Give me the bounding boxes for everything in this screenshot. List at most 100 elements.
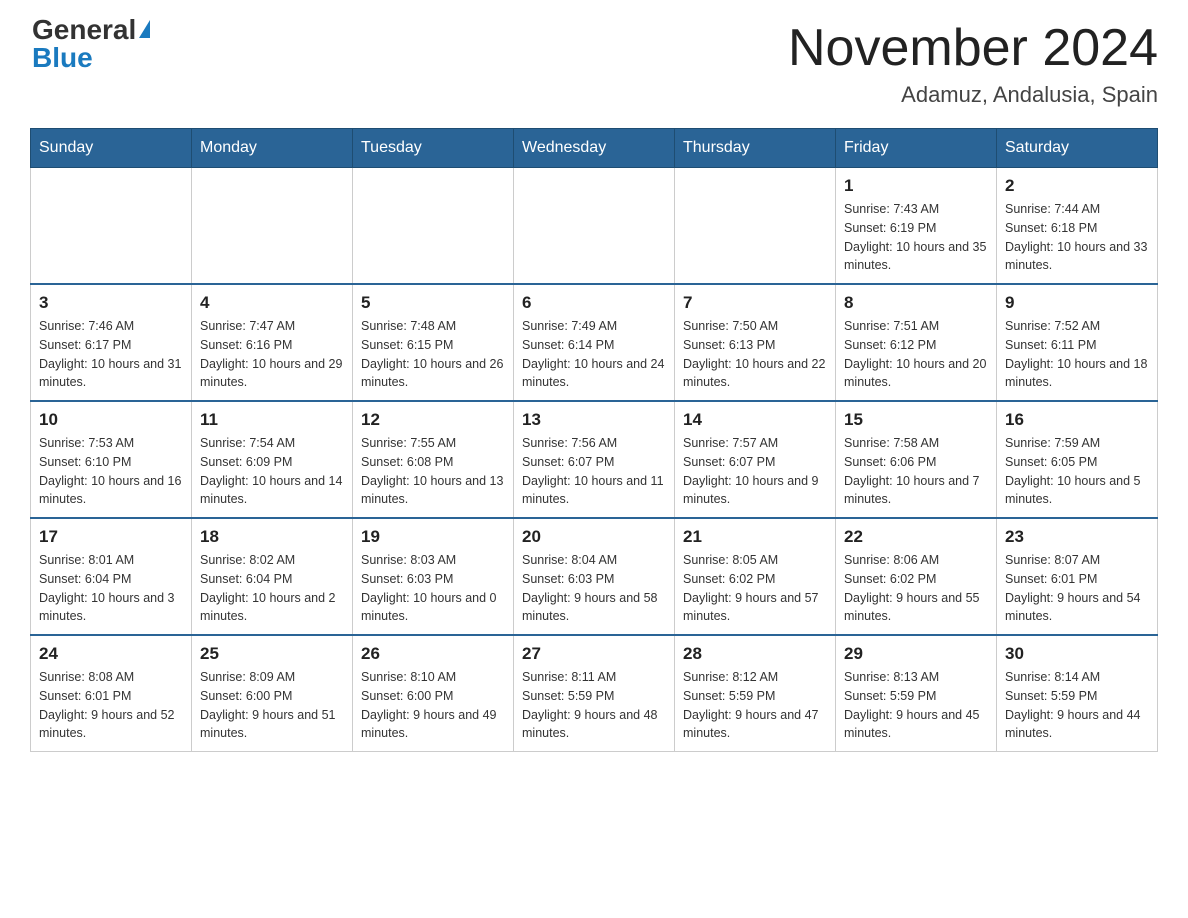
day-info: Sunrise: 8:07 AM Sunset: 6:01 PM Dayligh… bbox=[1005, 551, 1149, 626]
day-info: Sunrise: 7:58 AM Sunset: 6:06 PM Dayligh… bbox=[844, 434, 988, 509]
weekday-header-friday: Friday bbox=[836, 129, 997, 168]
header: General General Blue November 2024 Adamu… bbox=[30, 20, 1158, 108]
location-title: Adamuz, Andalusia, Spain bbox=[788, 82, 1158, 108]
day-info: Sunrise: 8:08 AM Sunset: 6:01 PM Dayligh… bbox=[39, 668, 183, 743]
calendar-cell: 16 Sunrise: 7:59 AM Sunset: 6:05 PM Dayli… bbox=[997, 401, 1158, 518]
weekday-header-thursday: Thursday bbox=[675, 129, 836, 168]
day-number: 10 bbox=[39, 410, 183, 430]
day-number: 30 bbox=[1005, 644, 1149, 664]
day-number: 16 bbox=[1005, 410, 1149, 430]
calendar-cell: 8 Sunrise: 7:51 AM Sunset: 6:12 PM Daylig… bbox=[836, 284, 997, 401]
day-number: 29 bbox=[844, 644, 988, 664]
day-number: 13 bbox=[522, 410, 666, 430]
day-info: Sunrise: 8:09 AM Sunset: 6:00 PM Dayligh… bbox=[200, 668, 344, 743]
day-info: Sunrise: 8:13 AM Sunset: 5:59 PM Dayligh… bbox=[844, 668, 988, 743]
calendar-cell: 2Sunrise: 7:44 AM Sunset: 6:18 PM Daylig… bbox=[997, 168, 1158, 285]
day-info: Sunrise: 7:51 AM Sunset: 6:12 PM Dayligh… bbox=[844, 317, 988, 392]
weekday-header-saturday: Saturday bbox=[997, 129, 1158, 168]
day-number: 27 bbox=[522, 644, 666, 664]
calendar-cell: 3Sunrise: 7:46 AM Sunset: 6:17 PM Daylig… bbox=[31, 284, 192, 401]
day-number: 5 bbox=[361, 293, 505, 313]
calendar-week-4: 17 Sunrise: 8:01 AM Sunset: 6:04 PM Dayli… bbox=[31, 518, 1158, 635]
day-number: 17 bbox=[39, 527, 183, 547]
calendar-cell bbox=[675, 168, 836, 285]
calendar-cell: 12 Sunrise: 7:55 AM Sunset: 6:08 PM Dayli… bbox=[353, 401, 514, 518]
logo: General General Blue bbox=[30, 20, 150, 74]
calendar-cell: 18 Sunrise: 8:02 AM Sunset: 6:04 PM Dayli… bbox=[192, 518, 353, 635]
calendar-cell: 26 Sunrise: 8:10 AM Sunset: 6:00 PM Dayli… bbox=[353, 635, 514, 752]
day-info: Sunrise: 7:59 AM Sunset: 6:05 PM Dayligh… bbox=[1005, 434, 1149, 509]
calendar-cell: 23 Sunrise: 8:07 AM Sunset: 6:01 PM Dayli… bbox=[997, 518, 1158, 635]
weekday-header-wednesday: Wednesday bbox=[514, 129, 675, 168]
calendar-cell: 20 Sunrise: 8:04 AM Sunset: 6:03 PM Dayli… bbox=[514, 518, 675, 635]
day-info: Sunrise: 7:56 AM Sunset: 6:07 PM Dayligh… bbox=[522, 434, 666, 509]
day-info: Sunrise: 8:04 AM Sunset: 6:03 PM Dayligh… bbox=[522, 551, 666, 626]
calendar-cell: 11 Sunrise: 7:54 AM Sunset: 6:09 PM Dayli… bbox=[192, 401, 353, 518]
weekday-header-tuesday: Tuesday bbox=[353, 129, 514, 168]
day-info: Sunrise: 7:50 AM Sunset: 6:13 PM Dayligh… bbox=[683, 317, 827, 392]
calendar-cell: 7 Sunrise: 7:50 AM Sunset: 6:13 PM Daylig… bbox=[675, 284, 836, 401]
day-number: 12 bbox=[361, 410, 505, 430]
day-number: 4 bbox=[200, 293, 344, 313]
calendar-week-5: 24 Sunrise: 8:08 AM Sunset: 6:01 PM Dayli… bbox=[31, 635, 1158, 752]
day-number: 18 bbox=[200, 527, 344, 547]
calendar-cell: 27 Sunrise: 8:11 AM Sunset: 5:59 PM Dayli… bbox=[514, 635, 675, 752]
day-number: 19 bbox=[361, 527, 505, 547]
calendar-week-2: 3Sunrise: 7:46 AM Sunset: 6:17 PM Daylig… bbox=[31, 284, 1158, 401]
day-number: 11 bbox=[200, 410, 344, 430]
day-number: 9 bbox=[1005, 293, 1149, 313]
calendar-cell: 21Sunrise: 8:05 AM Sunset: 6:02 PM Dayli… bbox=[675, 518, 836, 635]
day-info: Sunrise: 8:10 AM Sunset: 6:00 PM Dayligh… bbox=[361, 668, 505, 743]
calendar-cell: 24 Sunrise: 8:08 AM Sunset: 6:01 PM Dayli… bbox=[31, 635, 192, 752]
day-info: Sunrise: 7:54 AM Sunset: 6:09 PM Dayligh… bbox=[200, 434, 344, 509]
calendar-cell bbox=[353, 168, 514, 285]
day-info: Sunrise: 7:48 AM Sunset: 6:15 PM Dayligh… bbox=[361, 317, 505, 392]
day-number: 26 bbox=[361, 644, 505, 664]
day-info: Sunrise: 7:52 AM Sunset: 6:11 PM Dayligh… bbox=[1005, 317, 1149, 392]
day-info: Sunrise: 8:12 AM Sunset: 5:59 PM Dayligh… bbox=[683, 668, 827, 743]
day-info: Sunrise: 7:55 AM Sunset: 6:08 PM Dayligh… bbox=[361, 434, 505, 509]
day-info: Sunrise: 8:11 AM Sunset: 5:59 PM Dayligh… bbox=[522, 668, 666, 743]
calendar-cell: 1Sunrise: 7:43 AM Sunset: 6:19 PM Daylig… bbox=[836, 168, 997, 285]
calendar-cell: 19Sunrise: 8:03 AM Sunset: 6:03 PM Dayli… bbox=[353, 518, 514, 635]
calendar-cell: 25 Sunrise: 8:09 AM Sunset: 6:00 PM Dayli… bbox=[192, 635, 353, 752]
calendar-cell: 14Sunrise: 7:57 AM Sunset: 6:07 PM Dayli… bbox=[675, 401, 836, 518]
calendar-cell: 28Sunrise: 8:12 AM Sunset: 5:59 PM Dayli… bbox=[675, 635, 836, 752]
title-area: November 2024 Adamuz, Andalusia, Spain bbox=[788, 20, 1158, 108]
day-number: 15 bbox=[844, 410, 988, 430]
calendar-cell bbox=[31, 168, 192, 285]
day-info: Sunrise: 7:49 AM Sunset: 6:14 PM Dayligh… bbox=[522, 317, 666, 392]
day-number: 23 bbox=[1005, 527, 1149, 547]
day-number: 24 bbox=[39, 644, 183, 664]
calendar-cell: 6Sunrise: 7:49 AM Sunset: 6:14 PM Daylig… bbox=[514, 284, 675, 401]
calendar-week-3: 10 Sunrise: 7:53 AM Sunset: 6:10 PM Dayli… bbox=[31, 401, 1158, 518]
calendar-cell: 22 Sunrise: 8:06 AM Sunset: 6:02 PM Dayli… bbox=[836, 518, 997, 635]
day-info: Sunrise: 7:53 AM Sunset: 6:10 PM Dayligh… bbox=[39, 434, 183, 509]
logo-chevron-icon bbox=[139, 20, 150, 38]
day-number: 22 bbox=[844, 527, 988, 547]
calendar-cell: 10 Sunrise: 7:53 AM Sunset: 6:10 PM Dayli… bbox=[31, 401, 192, 518]
weekday-header-sunday: Sunday bbox=[31, 129, 192, 168]
calendar-cell bbox=[514, 168, 675, 285]
calendar-cell: 13 Sunrise: 7:56 AM Sunset: 6:07 PM Dayli… bbox=[514, 401, 675, 518]
calendar-cell: 17 Sunrise: 8:01 AM Sunset: 6:04 PM Dayli… bbox=[31, 518, 192, 635]
calendar-header-row: SundayMondayTuesdayWednesdayThursdayFrid… bbox=[31, 129, 1158, 168]
calendar-cell: 4Sunrise: 7:47 AM Sunset: 6:16 PM Daylig… bbox=[192, 284, 353, 401]
calendar-cell: 5 Sunrise: 7:48 AM Sunset: 6:15 PM Daylig… bbox=[353, 284, 514, 401]
day-number: 20 bbox=[522, 527, 666, 547]
weekday-header-monday: Monday bbox=[192, 129, 353, 168]
day-number: 14 bbox=[683, 410, 827, 430]
day-number: 3 bbox=[39, 293, 183, 313]
day-info: Sunrise: 8:06 AM Sunset: 6:02 PM Dayligh… bbox=[844, 551, 988, 626]
day-info: Sunrise: 8:02 AM Sunset: 6:04 PM Dayligh… bbox=[200, 551, 344, 626]
calendar-cell bbox=[192, 168, 353, 285]
day-number: 8 bbox=[844, 293, 988, 313]
day-number: 21 bbox=[683, 527, 827, 547]
day-info: Sunrise: 7:43 AM Sunset: 6:19 PM Dayligh… bbox=[844, 200, 988, 275]
day-number: 7 bbox=[683, 293, 827, 313]
day-info: Sunrise: 8:01 AM Sunset: 6:04 PM Dayligh… bbox=[39, 551, 183, 626]
calendar-week-1: 1Sunrise: 7:43 AM Sunset: 6:19 PM Daylig… bbox=[31, 168, 1158, 285]
day-number: 25 bbox=[200, 644, 344, 664]
calendar-cell: 29 Sunrise: 8:13 AM Sunset: 5:59 PM Dayli… bbox=[836, 635, 997, 752]
calendar-cell: 30Sunrise: 8:14 AM Sunset: 5:59 PM Dayli… bbox=[997, 635, 1158, 752]
